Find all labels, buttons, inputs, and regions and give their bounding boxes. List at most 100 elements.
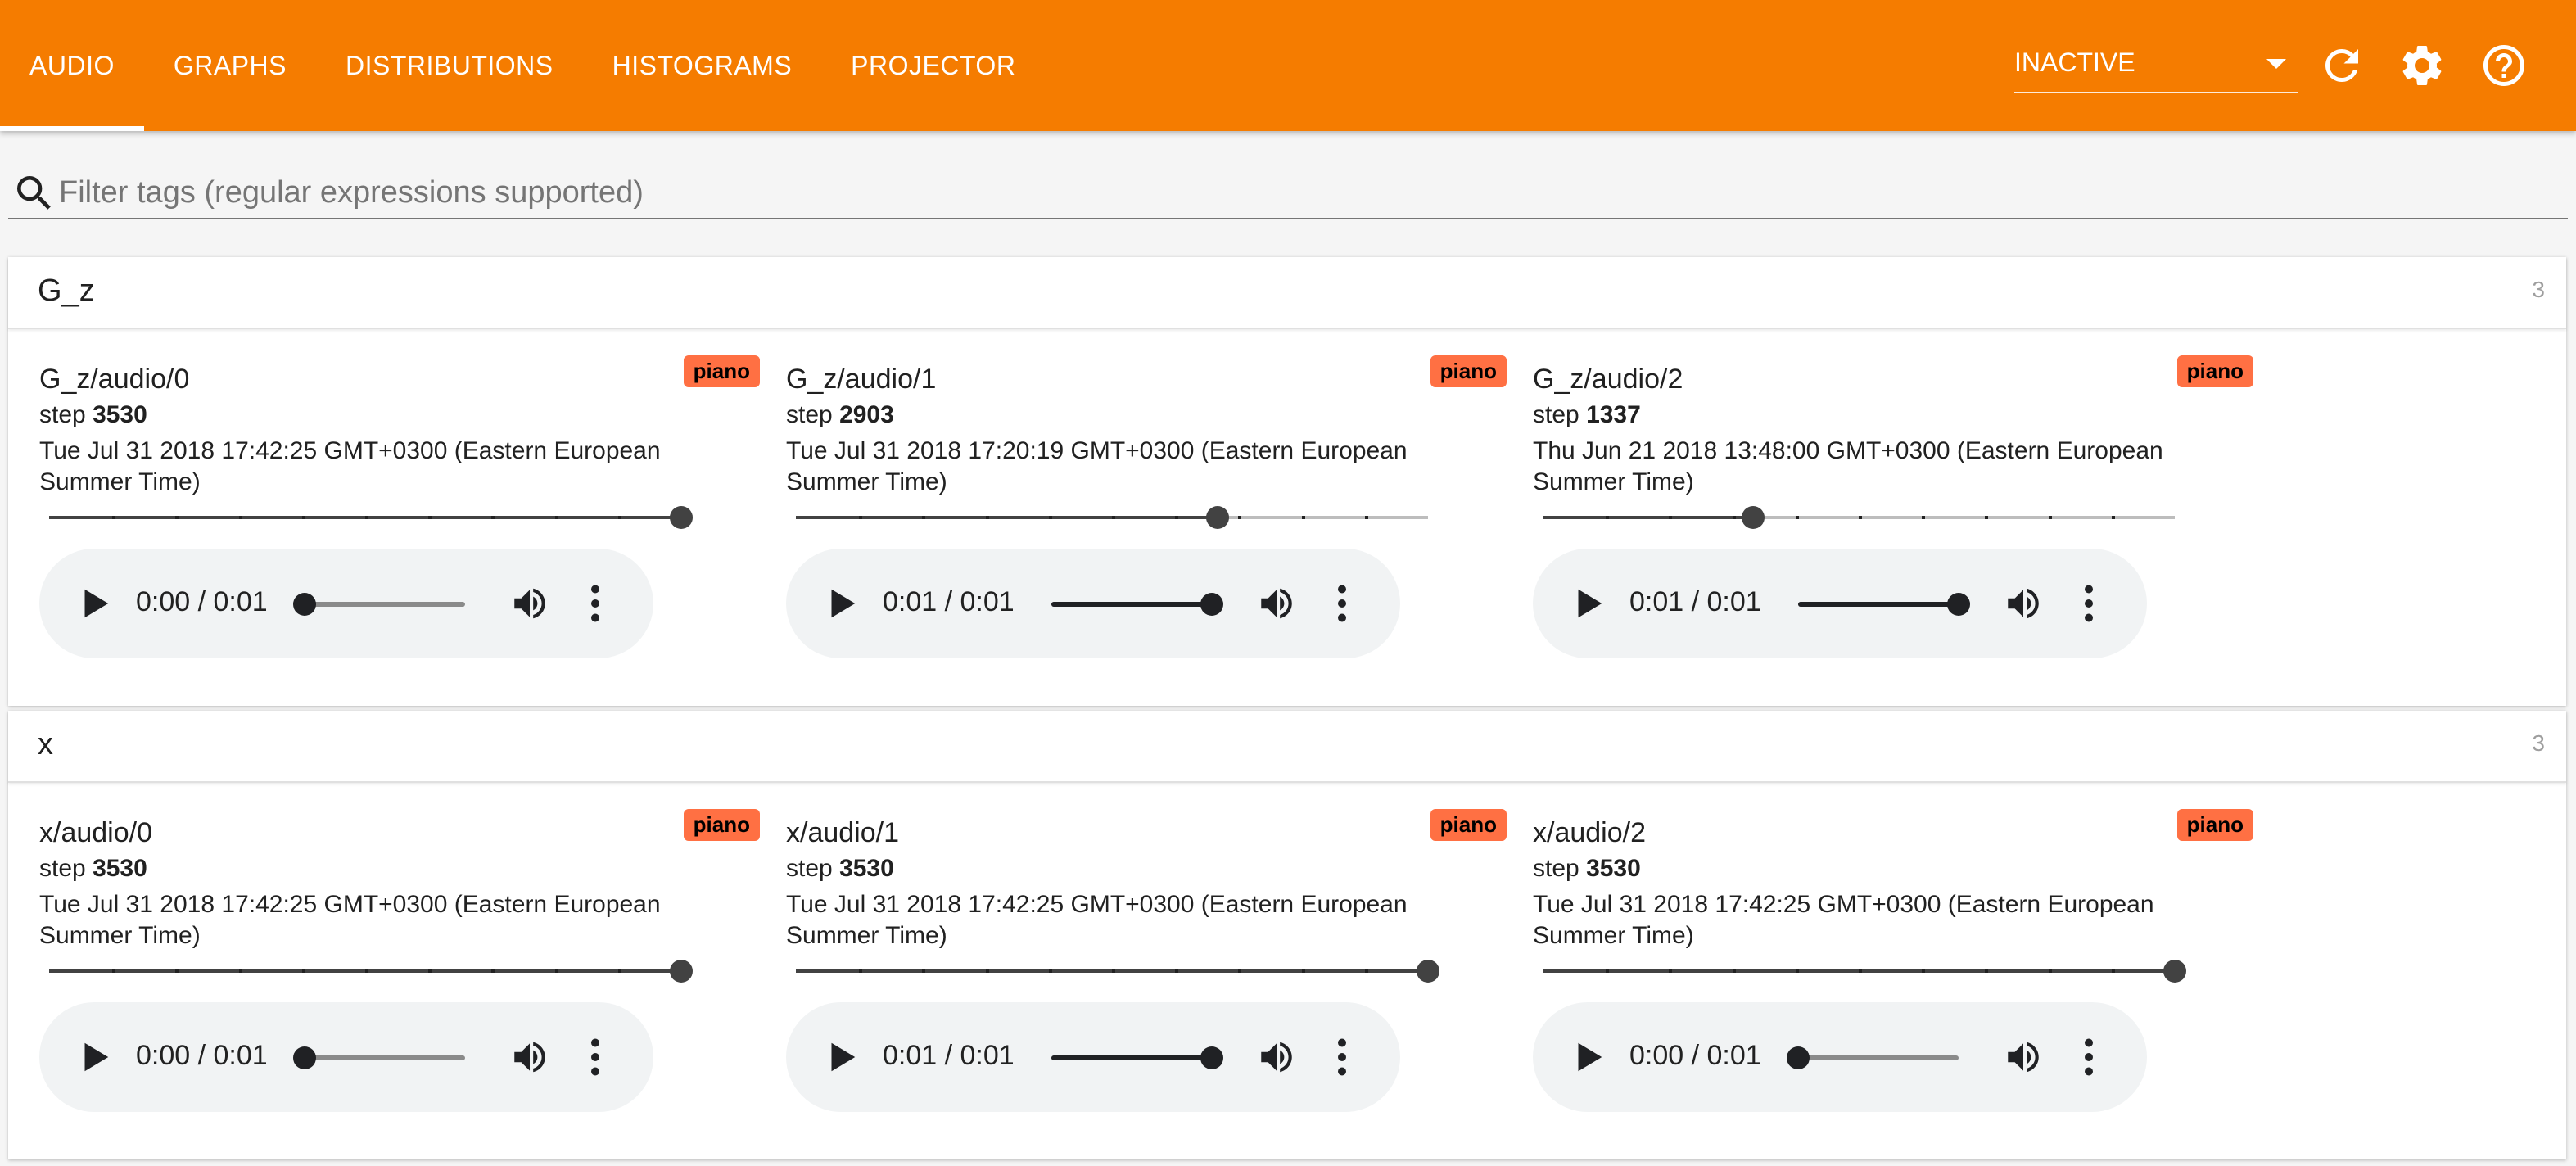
seek-track xyxy=(305,1055,465,1060)
playback-time: 0:01 / 0:01 xyxy=(883,586,1015,617)
step-tick xyxy=(428,969,432,973)
step-tick xyxy=(859,516,863,519)
step-tick xyxy=(2111,969,2115,973)
category-header[interactable]: G_z 3 xyxy=(8,257,2566,329)
help-icon[interactable] xyxy=(2479,41,2529,90)
volume-icon[interactable] xyxy=(2003,583,2044,624)
tab-audio[interactable]: AUDIO xyxy=(0,0,144,131)
wall-time: Thu Jun 21 2018 13:48:00 GMT+0300 (Easte… xyxy=(1533,437,2163,495)
inactive-dashboards-select[interactable]: INACTIVE xyxy=(2014,44,2298,93)
category-name: G_z xyxy=(38,273,95,308)
category-header[interactable]: x 3 xyxy=(8,711,2566,783)
step-slider[interactable] xyxy=(49,960,693,983)
step-tick xyxy=(617,516,621,519)
seek-fill xyxy=(1798,602,1959,607)
slider-knob[interactable] xyxy=(1417,960,1439,983)
audio-card: x/audio/0 piano step 3530 Tue Jul 31 201… xyxy=(39,809,760,1128)
more-options-icon[interactable] xyxy=(2077,583,2101,624)
step-label: step xyxy=(39,401,86,428)
seek-thumb[interactable] xyxy=(1787,1046,1810,1069)
filter-tags-input[interactable] xyxy=(57,169,2550,216)
step-tick xyxy=(554,969,558,973)
tab-histograms[interactable]: HISTOGRAMS xyxy=(583,0,822,131)
play-icon[interactable] xyxy=(75,585,113,622)
step-value: 3530 xyxy=(93,401,147,428)
run-badge: piano xyxy=(1430,355,1507,387)
play-icon[interactable] xyxy=(822,1038,860,1076)
step-slider[interactable] xyxy=(796,506,1428,529)
seek-thumb[interactable] xyxy=(1947,593,1970,616)
audio-tag-name: x/audio/1 xyxy=(786,817,899,848)
volume-icon[interactable] xyxy=(1256,583,1297,624)
step-tick xyxy=(1238,969,1242,973)
step-tick xyxy=(617,969,621,973)
step-tick xyxy=(1669,516,1673,519)
step-tick xyxy=(1175,969,1179,973)
audio-player: 0:01 / 0:01 xyxy=(786,549,1400,658)
seek-bar[interactable] xyxy=(1798,593,1970,616)
step-line: step 3530 xyxy=(39,855,147,883)
step-value: 3530 xyxy=(93,855,147,882)
more-options-icon[interactable] xyxy=(583,1037,608,1078)
audio-card: G_z/audio/0 piano step 3530 Tue Jul 31 2… xyxy=(39,355,760,675)
wall-time: Tue Jul 31 2018 17:20:19 GMT+0300 (Easte… xyxy=(786,437,1408,495)
audio-card: x/audio/1 piano step 3530 Tue Jul 31 201… xyxy=(786,809,1507,1128)
play-icon[interactable] xyxy=(75,1038,113,1076)
step-slider[interactable] xyxy=(49,506,693,529)
playback-time: 0:01 / 0:01 xyxy=(883,1040,1015,1071)
volume-icon[interactable] xyxy=(509,1037,550,1078)
seek-bar[interactable] xyxy=(1051,1046,1223,1069)
run-badge: piano xyxy=(2176,355,2253,387)
step-tick xyxy=(2111,516,2115,519)
volume-icon[interactable] xyxy=(1256,1037,1297,1078)
seek-thumb[interactable] xyxy=(293,593,316,616)
slider-knob[interactable] xyxy=(670,506,693,529)
settings-gear-icon[interactable] xyxy=(2397,41,2447,90)
play-icon[interactable] xyxy=(1569,1038,1607,1076)
slider-knob[interactable] xyxy=(1742,506,1765,529)
step-tick xyxy=(1112,969,1115,973)
step-tick xyxy=(238,516,242,519)
category-name: x xyxy=(38,727,53,762)
wall-time: Tue Jul 31 2018 17:42:25 GMT+0300 (Easte… xyxy=(39,891,661,949)
run-badge: piano xyxy=(683,355,760,387)
step-value: 2903 xyxy=(839,401,894,428)
volume-icon[interactable] xyxy=(2003,1037,2044,1078)
seek-thumb[interactable] xyxy=(293,1046,316,1069)
play-icon[interactable] xyxy=(1569,585,1607,622)
audio-card: G_z/audio/1 piano step 2903 Tue Jul 31 2… xyxy=(786,355,1507,675)
step-label: step xyxy=(786,401,833,428)
seek-thumb[interactable] xyxy=(1200,1046,1223,1069)
seek-bar[interactable] xyxy=(1787,1046,1959,1069)
more-options-icon[interactable] xyxy=(2077,1037,2101,1078)
step-slider[interactable] xyxy=(1543,506,2175,529)
step-tick xyxy=(922,969,926,973)
refresh-icon[interactable] xyxy=(2317,41,2366,90)
slider-knob[interactable] xyxy=(2163,960,2186,983)
seek-bar[interactable] xyxy=(293,1046,465,1069)
seek-bar[interactable] xyxy=(1051,593,1223,616)
step-slider[interactable] xyxy=(796,960,1439,983)
run-badge: piano xyxy=(2176,809,2253,841)
step-slider[interactable] xyxy=(1543,960,2186,983)
seek-thumb[interactable] xyxy=(1200,593,1223,616)
slider-knob[interactable] xyxy=(670,960,693,983)
step-tick xyxy=(491,969,495,973)
slider-knob[interactable] xyxy=(1205,506,1229,529)
more-options-icon[interactable] xyxy=(1330,1037,1354,1078)
step-tick xyxy=(1112,516,1115,519)
more-options-icon[interactable] xyxy=(583,583,608,624)
category-pane: x 3 x/audio/0 piano step 3530 Tue Jul 31… xyxy=(8,711,2566,1159)
wall-time: Tue Jul 31 2018 17:42:25 GMT+0300 (Easte… xyxy=(39,437,661,495)
volume-icon[interactable] xyxy=(509,583,550,624)
tab-distributions[interactable]: DISTRIBUTIONS xyxy=(316,0,583,131)
step-tick xyxy=(1732,516,1736,519)
play-icon[interactable] xyxy=(822,585,860,622)
step-value: 1337 xyxy=(1586,401,1641,428)
step-tick xyxy=(554,516,558,519)
tab-projector[interactable]: PROJECTOR xyxy=(821,0,1045,131)
step-tick xyxy=(859,969,863,973)
seek-bar[interactable] xyxy=(293,593,465,616)
tab-graphs[interactable]: GRAPHS xyxy=(144,0,316,131)
more-options-icon[interactable] xyxy=(1330,583,1354,624)
